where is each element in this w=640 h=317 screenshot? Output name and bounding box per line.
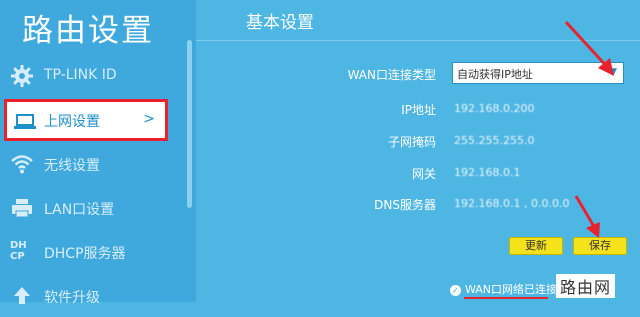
printer-icon [12, 199, 32, 218]
sidebar-item-tplink-id[interactable]: TP-LINK ID [0, 55, 180, 97]
sidebar-item-wireless[interactable]: 无线设置 [0, 143, 180, 185]
mask-label: 子网掩码 [387, 135, 436, 149]
gateway-label: 网关 [411, 167, 436, 181]
dns-label: DNS服务器 [374, 198, 436, 212]
wan-type-label: WAN口连接类型 [347, 68, 436, 82]
wan-type-value: 自动获得IP地址 [457, 68, 533, 81]
wifi-icon [11, 155, 33, 174]
sidebar-item-label: LAN口设置 [44, 202, 115, 218]
dhcp-icon: DH CP [10, 240, 27, 262]
page-title: 基本设置 [246, 13, 314, 33]
sidebar-item-dhcp[interactable]: DH CP DHCP服务器 [0, 231, 180, 273]
sidebar-scrollbar[interactable] [187, 40, 192, 208]
sidebar: 路由设置 TP-LINK ID 上网设置 > 无线设置 LAN口设置 DH CP… [0, 0, 196, 306]
red-arrow-annotation [574, 195, 600, 238]
chevron-right-icon: > [143, 111, 155, 127]
red-arrow-annotation [564, 20, 614, 76]
sidebar-item-label: TP-LINK ID [44, 67, 117, 83]
watermark: 路由网 [556, 274, 616, 298]
ip-value: 192.168.0.200 [454, 102, 535, 115]
wan-status-text: WAN口网络已连接 [465, 283, 558, 296]
sidebar-item-upgrade[interactable]: 软件升级 [0, 275, 180, 317]
wan-status: ✓ WAN口网络已连接 [450, 281, 557, 297]
sidebar-item-label: 软件升级 [44, 290, 100, 306]
laptop-icon [14, 114, 36, 129]
mask-value: 255.255.255.0 [454, 134, 535, 147]
sidebar-title: 路由设置 [22, 13, 154, 49]
status-underline [464, 297, 548, 299]
sidebar-item-lan[interactable]: LAN口设置 [0, 187, 180, 229]
gear-icon [11, 65, 33, 87]
refresh-button[interactable]: 更新 [509, 237, 563, 255]
ip-label: IP地址 [401, 103, 436, 117]
sidebar-item-label: DHCP服务器 [44, 246, 126, 262]
gateway-value: 192.168.0.1 [454, 166, 521, 179]
upload-icon [14, 287, 30, 304]
sidebar-item-label: 无线设置 [44, 158, 100, 174]
sidebar-item-label: 上网设置 [44, 114, 100, 130]
dns-value: 192.168.0.1 , 0.0.0.0 [454, 197, 570, 210]
sidebar-item-internet[interactable]: 上网设置 > [4, 99, 168, 141]
check-icon: ✓ [450, 284, 461, 296]
